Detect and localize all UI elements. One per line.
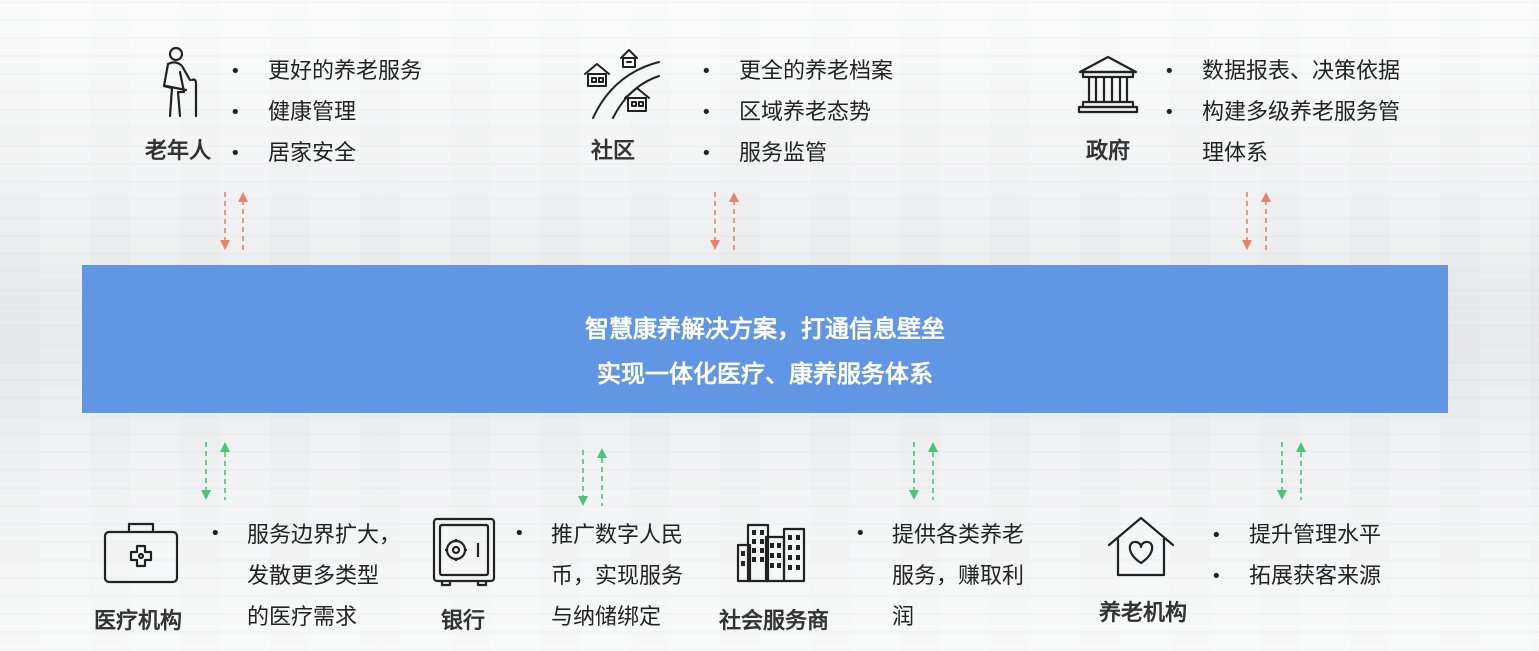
node-description: 推广数字人民 币，实现服务 与纳储绑定 xyxy=(551,515,683,638)
heart-house-icon xyxy=(1106,515,1176,579)
office-buildings-icon xyxy=(736,523,806,583)
text-line: 与纳储绑定 xyxy=(551,605,662,630)
text-line: 服务边界扩大， xyxy=(247,523,402,548)
list-item: 拓展获客来源 xyxy=(1211,556,1381,597)
text-line: 润 xyxy=(892,605,915,630)
node-label: 银行 xyxy=(441,609,486,634)
bullet: • xyxy=(210,523,221,544)
medical-kit-icon xyxy=(103,520,179,584)
node-description: 提供各类养老 服务，赚取利 润 xyxy=(892,515,1024,638)
text-line: 服务，赚取利 xyxy=(892,564,1025,589)
node-label: 医疗机构 xyxy=(94,609,183,634)
node-bullet-list: 提升管理水平 拓展获客来源 xyxy=(1211,515,1381,597)
node-label: 养老机构 xyxy=(1099,601,1188,626)
text-line: 币，实现服务 xyxy=(551,564,684,589)
text-line: 的医疗需求 xyxy=(247,605,358,630)
text-line: 提供各类养老 xyxy=(892,523,1025,548)
node-label: 社会服务商 xyxy=(719,609,830,634)
bullet: • xyxy=(514,523,525,544)
text-line: 推广数字人民 xyxy=(551,523,684,548)
node-description: 服务边界扩大， 发散更多类型 的医疗需求 xyxy=(247,515,401,638)
text-line: 发散更多类型 xyxy=(247,564,380,589)
safe-icon xyxy=(432,517,496,587)
bullet: • xyxy=(855,523,866,544)
list-item: 提升管理水平 xyxy=(1211,515,1381,556)
